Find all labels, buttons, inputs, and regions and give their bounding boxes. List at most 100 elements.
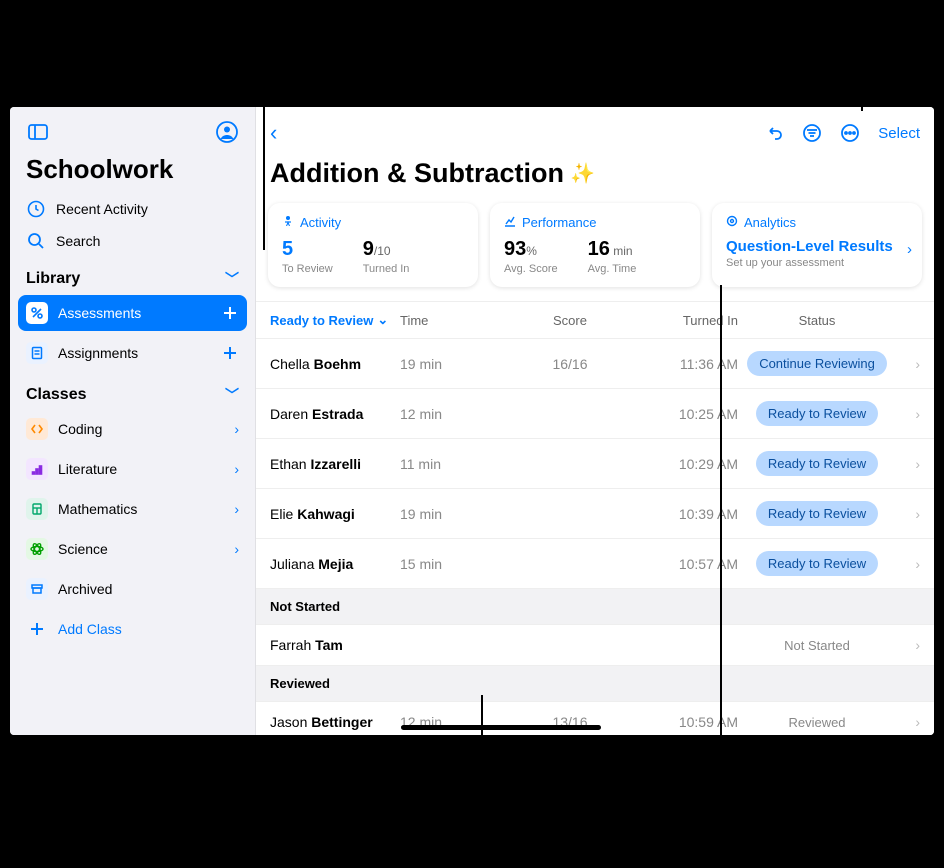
column-status[interactable]: Status (738, 313, 896, 328)
student-name: Elie Kahwagi (270, 506, 400, 522)
student-name: Daren Estrada (270, 406, 400, 422)
sidebar-item-label: Science (58, 541, 108, 557)
plus-icon[interactable] (221, 344, 239, 362)
table-row[interactable]: Juliana Mejia15 min10:57 AMReady to Revi… (256, 539, 934, 589)
section-reviewed: Reviewed (256, 666, 934, 702)
activity-card[interactable]: Activity 5 To Review 9/10 Turned In (268, 203, 478, 287)
sidebar-item-label: Assignments (58, 345, 138, 361)
chevron-right-icon: › (234, 501, 239, 517)
sidebar-class-literature[interactable]: Literature › (18, 451, 247, 487)
cell-status: Continue Reviewing (738, 351, 896, 376)
sidebar-item-label: Recent Activity (56, 201, 148, 217)
sidebar-item-label: Literature (58, 461, 117, 477)
filter-button[interactable] (802, 123, 822, 143)
sidebar-class-mathematics[interactable]: Mathematics › (18, 491, 247, 527)
sidebar-class-coding[interactable]: Coding › (18, 411, 247, 447)
analytics-card[interactable]: Analytics Question-Level Results Set up … (712, 203, 922, 287)
status-pill[interactable]: Ready to Review (756, 401, 878, 426)
table-row[interactable]: Chella Boehm19 min16/1611:36 AMContinue … (256, 339, 934, 389)
section-not-started: Not Started (256, 589, 934, 625)
table-row[interactable]: Farrah Tam Not Started› (256, 625, 934, 666)
callout-line (861, 0, 863, 111)
status-pill[interactable]: Ready to Review (756, 451, 878, 476)
sidebar-item-assessments[interactable]: Assessments (18, 295, 247, 331)
chevron-right-icon: › (896, 556, 920, 572)
sidebar-item-label: Add Class (58, 621, 122, 637)
sidebar-item-label: Search (56, 233, 100, 249)
plus-icon[interactable] (221, 304, 239, 322)
app-title: Schoolwork (10, 144, 255, 193)
table-row[interactable]: Daren Estrada12 min10:25 AMReady to Revi… (256, 389, 934, 439)
to-review-count: 5 (282, 238, 333, 261)
sidebar-item-label: Mathematics (58, 501, 137, 517)
sidebar-item-label: Archived (58, 581, 112, 597)
student-name: Farrah Tam (270, 637, 400, 653)
sidebar-toggle-icon[interactable] (26, 120, 50, 144)
cell-time: 12 min (400, 406, 510, 422)
cell-status: Not Started (738, 637, 896, 653)
chevron-right-icon: › (896, 714, 920, 730)
more-button[interactable] (840, 123, 860, 143)
chevron-right-icon: › (907, 241, 912, 258)
status-pill[interactable]: Ready to Review (756, 551, 878, 576)
search-icon (26, 231, 46, 251)
archive-icon (26, 578, 48, 600)
sidebar-add-class[interactable]: Add Class (18, 611, 247, 647)
turned-in-count: 9/10 (363, 238, 410, 261)
table-row[interactable]: Elie Kahwagi19 min10:39 AMReady to Revie… (256, 489, 934, 539)
chevron-right-icon: › (896, 637, 920, 653)
chevron-right-icon: › (234, 541, 239, 557)
undo-button[interactable] (764, 123, 784, 143)
callout-line (263, 0, 265, 250)
home-indicator (401, 725, 601, 730)
target-icon (726, 215, 738, 230)
sidebar: Schoolwork Recent Activity Search Librar… (10, 107, 256, 735)
chevron-right-icon: › (896, 506, 920, 522)
sidebar-section-library[interactable]: Library ﹀ (10, 257, 255, 293)
callout-line (720, 285, 722, 868)
document-icon (26, 342, 48, 364)
avg-time: 16 min (588, 238, 637, 261)
cell-time: 11 min (400, 456, 510, 472)
sidebar-section-classes[interactable]: Classes ﹀ (10, 373, 255, 409)
chevron-right-icon: › (896, 456, 920, 472)
student-name: Juliana Mejia (270, 556, 400, 572)
person-icon (282, 215, 294, 230)
sort-ready-to-review[interactable]: Ready to Review ⌄ (270, 312, 400, 328)
column-time[interactable]: Time (400, 313, 510, 328)
chevron-down-icon: ﹀ (225, 385, 239, 405)
column-score[interactable]: Score (510, 313, 630, 328)
calculator-icon (26, 498, 48, 520)
cell-status: Reviewed (738, 714, 896, 730)
sidebar-class-archived[interactable]: Archived (18, 571, 247, 607)
chevron-right-icon: › (234, 421, 239, 437)
student-name: Ethan Izzarelli (270, 456, 400, 472)
select-button[interactable]: Select (878, 125, 920, 142)
sidebar-recent-activity[interactable]: Recent Activity (10, 193, 255, 225)
account-icon[interactable] (215, 120, 239, 144)
question-level-results: Question-Level Results (726, 238, 908, 255)
cell-status: Ready to Review (738, 451, 896, 476)
sidebar-item-label: Assessments (58, 305, 141, 321)
cell-score: 16/16 (510, 356, 630, 372)
back-button[interactable]: ‹ (270, 120, 277, 146)
sidebar-search[interactable]: Search (10, 225, 255, 257)
main-content: ‹ Select Addition & Subtraction ✨ (256, 107, 934, 735)
cell-status: Ready to Review (738, 551, 896, 576)
chevron-right-icon: › (896, 356, 920, 372)
sidebar-class-science[interactable]: Science › (18, 531, 247, 567)
avg-score: 93% (504, 238, 558, 261)
cell-status: Ready to Review (738, 501, 896, 526)
plus-icon (26, 618, 48, 640)
performance-card[interactable]: Performance 93% Avg. Score 16 min Avg. T… (490, 203, 700, 287)
status-pill[interactable]: Continue Reviewing (747, 351, 887, 376)
table-row[interactable]: Jason Bettinger12 min13/1610:59 AMReview… (256, 702, 934, 735)
table-header: Ready to Review ⌄ Time Score Turned In S… (256, 301, 934, 339)
sidebar-item-assignments[interactable]: Assignments (18, 335, 247, 371)
chevron-right-icon: › (896, 406, 920, 422)
cell-time: 19 min (400, 356, 510, 372)
table-row[interactable]: Ethan Izzarelli11 min10:29 AMReady to Re… (256, 439, 934, 489)
page-title: Addition & Subtraction ✨ (256, 146, 934, 203)
student-list: Chella Boehm19 min16/1611:36 AMContinue … (256, 339, 934, 735)
status-pill[interactable]: Ready to Review (756, 501, 878, 526)
